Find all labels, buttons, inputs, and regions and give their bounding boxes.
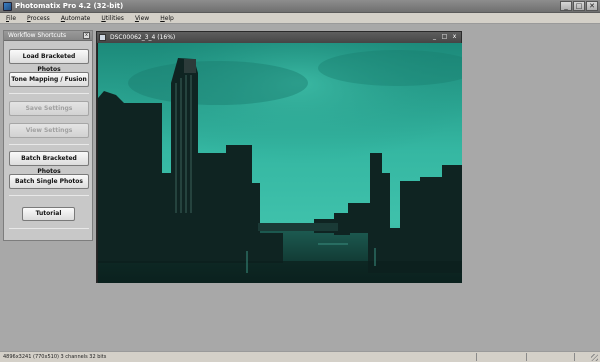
foreground-shadow [98, 261, 462, 283]
save-settings-button[interactable]: Save Settings [9, 101, 89, 116]
hdr-photo-preview[interactable] [98, 43, 462, 283]
batch-single-photos-button[interactable]: Batch Single Photos [9, 174, 89, 189]
minimize-button[interactable]: _ [560, 1, 572, 11]
menu-utilities[interactable]: Utilities [101, 15, 124, 22]
document-icon [99, 34, 106, 41]
panel-title: Workflow Shortcuts [8, 32, 67, 39]
status-bar: 4896x3241 (770x510) 3 channels 32 bits [0, 351, 600, 362]
menu-view[interactable]: View [135, 15, 149, 22]
image-window-title-bar: DSC00062_3_4 (16%) _ □ x [97, 32, 461, 43]
status-image-info: 4896x3241 (770x510) 3 channels 32 bits [3, 354, 107, 360]
panel-divider [9, 93, 89, 94]
tone-mapping-fusion-button[interactable]: Tone Mapping / Fusion [9, 72, 89, 87]
window-title: Photomatix Pro 4.2 (32-bit) [15, 2, 124, 10]
status-separator [476, 353, 477, 361]
resize-grip-icon[interactable] [591, 354, 598, 361]
panel-divider [9, 144, 89, 145]
image-minimize-button[interactable]: _ [430, 33, 439, 41]
view-settings-button[interactable]: View Settings [9, 123, 89, 138]
title-bar: Photomatix Pro 4.2 (32-bit) _ □ ✕ [0, 0, 600, 13]
batch-bracketed-photos-button[interactable]: Batch Bracketed Photos [9, 151, 89, 175]
image-close-button[interactable]: x [450, 33, 459, 41]
menu-bar: File Process Automate Utilities View Hel… [0, 13, 600, 24]
menu-automate[interactable]: Automate [61, 15, 91, 22]
menu-file[interactable]: File [6, 15, 16, 22]
tutorial-button[interactable]: Tutorial [22, 207, 75, 221]
panel-header: Workflow Shortcuts x [4, 31, 92, 41]
close-button[interactable]: ✕ [586, 1, 598, 11]
cloud-band [128, 61, 308, 105]
panel-divider [9, 195, 89, 196]
workflow-shortcuts-panel: Workflow Shortcuts x Load Bracketed Phot… [3, 30, 93, 241]
app-icon [3, 2, 12, 11]
panel-close-button[interactable]: x [83, 32, 90, 39]
menu-process[interactable]: Process [27, 15, 50, 22]
image-window: DSC00062_3_4 (16%) _ □ x [96, 31, 462, 283]
image-maximize-button[interactable]: □ [440, 33, 449, 41]
maximize-button[interactable]: □ [573, 1, 585, 11]
status-separator [574, 353, 575, 361]
menu-help[interactable]: Help [160, 15, 174, 22]
image-window-title: DSC00062_3_4 (16%) [110, 34, 176, 41]
load-bracketed-photos-button[interactable]: Load Bracketed Photos [9, 49, 89, 73]
status-separator [526, 353, 527, 361]
bridge [258, 223, 338, 231]
panel-divider [9, 228, 89, 229]
